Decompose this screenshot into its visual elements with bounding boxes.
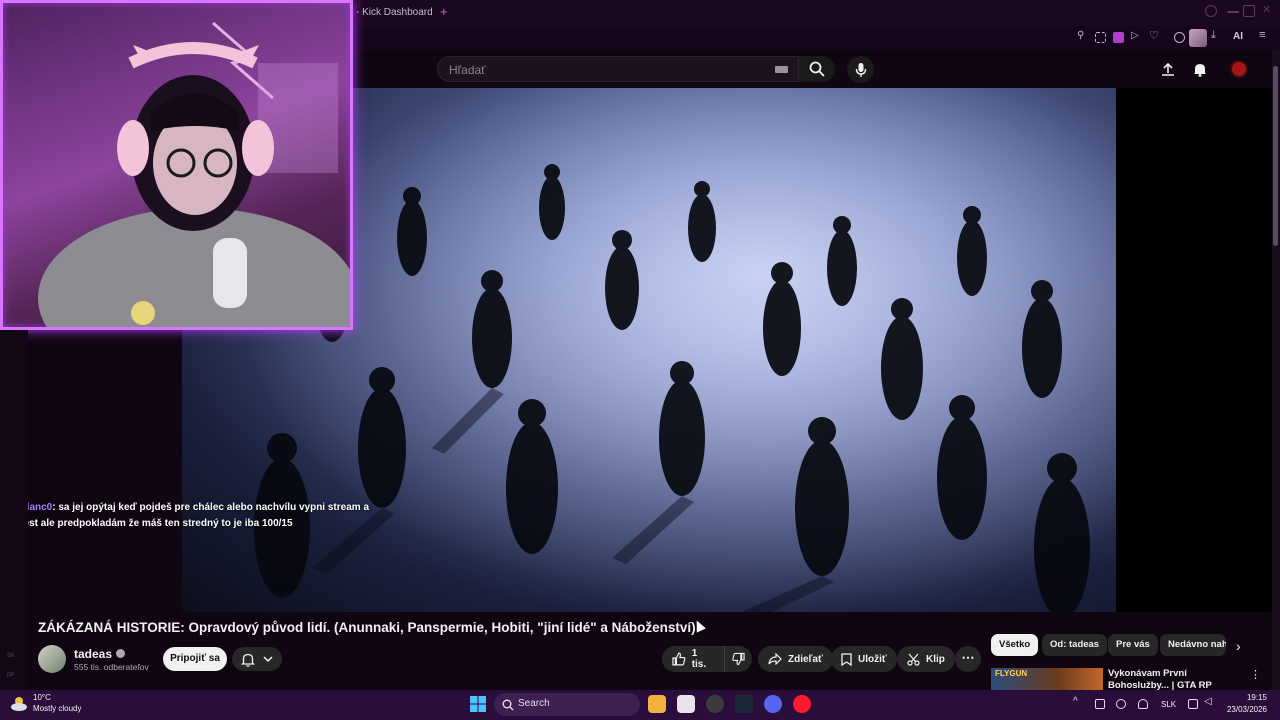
- voice-search-button[interactable]: [847, 56, 874, 83]
- obs-icon[interactable]: [706, 695, 724, 713]
- webcam-feed: [3, 3, 350, 327]
- chip-from-channel[interactable]: Od: tadeas: [1042, 634, 1108, 656]
- clip-label: Klip: [926, 653, 945, 665]
- chevron-up-icon[interactable]: ^: [1073, 696, 1083, 707]
- search-input[interactable]: Hľadať: [449, 63, 486, 77]
- recommendation-thumbnail[interactable]: FLYGUN: [991, 668, 1103, 690]
- microphone-icon: [855, 62, 866, 77]
- weather-cloud-icon[interactable]: [10, 695, 28, 713]
- search-icon: [809, 61, 825, 77]
- minimize-icon[interactable]: [1227, 11, 1239, 13]
- save-button[interactable]: Uložiť: [831, 646, 897, 672]
- upload-icon: [1162, 62, 1174, 76]
- bell-icon: [1194, 63, 1206, 77]
- store-icon[interactable]: [677, 695, 695, 713]
- chip-recently-uploaded[interactable]: Nedávno nah: [1160, 634, 1226, 656]
- subscriber-count: 555 tis. odberateľov: [74, 662, 149, 672]
- browser-tab[interactable]: - Kick Dashboard: [356, 4, 433, 22]
- kebab-menu-icon[interactable]: ⋮: [1250, 668, 1261, 681]
- microphone-tray-icon[interactable]: [1138, 699, 1148, 709]
- screenshot-icon[interactable]: [1095, 32, 1106, 43]
- tray-sync-icon[interactable]: [1116, 699, 1126, 709]
- keyboard-language[interactable]: SLK: [1161, 700, 1176, 709]
- browser-profile-avatar[interactable]: [1189, 29, 1207, 47]
- bookmark-icon: [841, 652, 852, 666]
- screen: - Kick Dashboard + ✕ ⚲ ▷ ♡ ⤓ ≡ AI Hľadať: [0, 0, 1280, 720]
- opera-gx-icon[interactable]: [793, 695, 811, 713]
- channel-name-text[interactable]: tadeas: [74, 647, 112, 661]
- video-side-panel: [1116, 88, 1272, 612]
- search-tabs-icon[interactable]: [1205, 5, 1217, 17]
- weather-description[interactable]: Mostly cloudy: [33, 704, 81, 713]
- notification-settings-button[interactable]: [232, 647, 282, 671]
- channel-name[interactable]: tadeas: [74, 647, 126, 661]
- steam-icon[interactable]: [735, 695, 753, 713]
- chip-for-you[interactable]: Pre vás: [1108, 634, 1158, 656]
- channel-avatar[interactable]: [38, 645, 66, 673]
- new-tab-button[interactable]: +: [440, 3, 448, 21]
- recommendation-title[interactable]: Vykonávam První Bohoslužby... | GTA RP: [1108, 668, 1248, 690]
- maximize-icon[interactable]: [1243, 5, 1255, 17]
- taskbar-search[interactable]: Search: [494, 693, 640, 716]
- menu-icon[interactable]: ≡: [1259, 29, 1270, 41]
- windows-taskbar: [0, 690, 1280, 720]
- chip-all[interactable]: Všetko: [991, 634, 1039, 656]
- scissors-icon: [907, 653, 920, 666]
- share-label: Zdieľať: [788, 653, 823, 665]
- weather-temperature[interactable]: 10°C: [33, 693, 51, 702]
- download-icon[interactable]: ⤓: [1211, 29, 1222, 41]
- dislike-button[interactable]: [724, 646, 752, 672]
- like-button[interactable]: 1 tis.: [662, 646, 724, 672]
- clip-button[interactable]: Klip: [897, 646, 955, 672]
- scrollbar-thumb[interactable]: [1273, 66, 1278, 246]
- video-title: ZÁKÁZANÁ HISTORIE: Opravdový původ lidí.…: [38, 620, 696, 635]
- clock-date[interactable]: 23/03/2026: [1219, 705, 1267, 714]
- extensions-icon[interactable]: [1174, 32, 1185, 43]
- chevron-down-icon: [263, 656, 273, 663]
- ai-button[interactable]: AI: [1233, 31, 1243, 42]
- verified-icon: [116, 649, 126, 658]
- display-icon[interactable]: [1188, 699, 1198, 709]
- gutter-label: SK: [7, 653, 16, 659]
- save-label: Uložiť: [858, 653, 887, 665]
- tray-app-icon[interactable]: [1095, 699, 1105, 709]
- chevron-right-icon[interactable]: ›: [1236, 638, 1241, 654]
- thumbnail-text: FLYGUN: [995, 669, 1028, 678]
- keyboard-icon[interactable]: [775, 66, 788, 73]
- chat-text: : sa jej opýtaj keď pojdeš pre chálec al…: [3, 502, 370, 529]
- bell-icon: [241, 653, 255, 667]
- windows-start-icon[interactable]: [469, 695, 487, 713]
- like-count: 1 tis.: [691, 648, 707, 670]
- search-icon: [502, 699, 514, 711]
- speaker-icon[interactable]: ◁: [1204, 696, 1214, 707]
- thumbs-down-icon: [732, 652, 745, 666]
- taskbar-search-label[interactable]: Search: [518, 698, 550, 709]
- heart-icon[interactable]: ♡: [1149, 29, 1160, 42]
- upload-button[interactable]: [1158, 59, 1178, 79]
- send-icon[interactable]: ▷: [1131, 30, 1142, 41]
- pin-icon[interactable]: ⚲: [1077, 30, 1088, 41]
- webcam-overlay: [0, 0, 353, 330]
- stream-chat-message: milanc0: sa jej opýtaj keď pojdeš pre ch…: [3, 500, 375, 532]
- share-button[interactable]: Zdieľať: [758, 646, 833, 672]
- more-actions-button[interactable]: ⋯: [955, 646, 981, 672]
- close-window-icon[interactable]: ✕: [1262, 3, 1274, 16]
- account-avatar[interactable]: [1230, 60, 1248, 78]
- discord-icon[interactable]: [764, 695, 782, 713]
- join-button[interactable]: Pripojiť sa: [163, 647, 227, 671]
- notifications-button[interactable]: [1190, 59, 1210, 79]
- shield-icon[interactable]: [1113, 32, 1124, 43]
- share-icon: [768, 653, 782, 665]
- search-box[interactable]: Hľadať: [437, 56, 799, 82]
- search-button[interactable]: [799, 56, 835, 82]
- left-gutter: SK PF: [0, 330, 28, 690]
- clock-time[interactable]: 19:15: [1227, 693, 1267, 702]
- thumbs-up-icon: [672, 652, 686, 666]
- file-explorer-icon[interactable]: [648, 695, 666, 713]
- gutter-label: PF: [7, 673, 15, 679]
